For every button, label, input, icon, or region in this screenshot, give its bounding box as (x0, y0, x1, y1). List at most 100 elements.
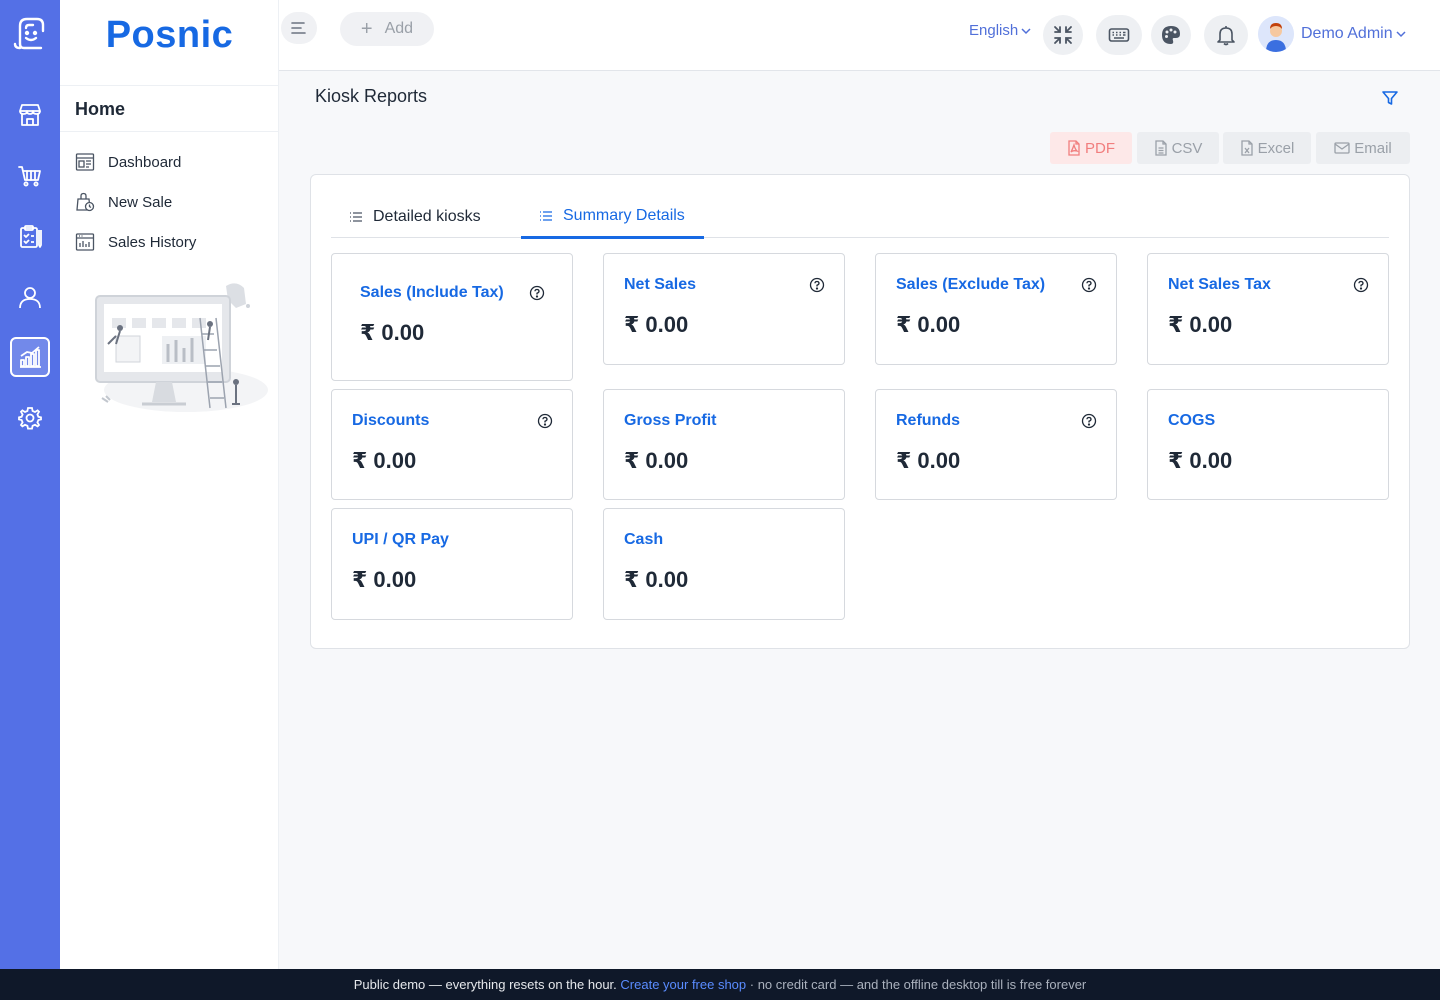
chevron-down-icon (1396, 31, 1406, 38)
card-value: ₹ 0.00 (360, 320, 425, 345)
card-value: ₹ 0.00 (624, 312, 689, 337)
icon-rail (0, 0, 60, 969)
add-button[interactable]: + Add (340, 12, 434, 46)
plus-icon: + (360, 17, 373, 40)
avatar (1258, 16, 1294, 52)
sidebar-item-dashboard[interactable]: Dashboard (75, 150, 181, 174)
excel-file-icon (1241, 140, 1253, 156)
summary-card-cogs: COGS ₹ 0.00 (1147, 389, 1389, 500)
palette-icon (1162, 26, 1180, 44)
help-icon[interactable] (1353, 277, 1369, 293)
sidebar-item-label: Sales History (108, 233, 197, 251)
add-button-label: Add (384, 20, 414, 37)
footer-lead: Public demo — everything resets on the h… (353, 977, 617, 992)
sidebar-item-sales-history[interactable]: Sales History (75, 230, 196, 254)
sidebar-item-label: New Sale (108, 193, 173, 211)
envelope-icon (1334, 142, 1350, 154)
top-bar: + Add English Demo Admin (279, 0, 1440, 71)
demo-footer-banner: Public demo — everything resets on the h… (0, 969, 1440, 1000)
card-value: ₹ 0.00 (352, 567, 417, 592)
page-title: Kiosk Reports (315, 86, 428, 106)
card-value: ₹ 0.00 (896, 312, 961, 337)
card-title: Sales (Exclude Tax) (896, 276, 1046, 293)
theme-button[interactable] (1151, 15, 1191, 55)
cart-icon[interactable] (10, 156, 50, 196)
tab-label: Detailed kiosks (373, 207, 481, 225)
new-sale-bag-icon (76, 192, 95, 212)
card-title: Refunds (896, 412, 960, 429)
keyboard-button[interactable] (1096, 15, 1142, 55)
export-csv-label: CSV (1171, 139, 1203, 157)
summary-card-refunds: Refunds ₹ 0.00 (875, 389, 1117, 500)
card-title: Gross Profit (624, 412, 717, 429)
app-logo-icon[interactable] (11, 14, 49, 52)
list-icon (540, 210, 552, 221)
help-icon[interactable] (809, 277, 825, 293)
export-email-button[interactable]: Email (1316, 132, 1410, 164)
footer-tail: · no credit card — and the offline deskt… (749, 977, 1087, 992)
help-icon[interactable] (529, 285, 545, 301)
fullscreen-icon (1054, 26, 1072, 44)
card-title: Discounts (352, 412, 430, 429)
tab-label: Summary Details (563, 206, 685, 224)
summary-card-cash: Cash ₹ 0.00 (603, 508, 845, 620)
report-tabs: Detailed kiosks Summary Details (331, 195, 1389, 239)
reports-illustration (95, 283, 268, 412)
summary-card-net-sales: Net Sales ₹ 0.00 (603, 253, 845, 365)
tab-summary-details[interactable]: Summary Details (521, 195, 704, 239)
export-pdf-label: PDF (1085, 139, 1115, 157)
chevron-down-icon (1021, 27, 1031, 34)
card-value: ₹ 0.00 (624, 448, 689, 473)
help-icon[interactable] (1081, 413, 1097, 429)
export-excel-button[interactable]: Excel (1223, 132, 1311, 164)
export-pdf-button[interactable]: PDF (1050, 132, 1132, 164)
tab-detailed-kiosks[interactable]: Detailed kiosks (349, 195, 481, 238)
user-menu[interactable]: Demo Admin (1258, 16, 1406, 52)
language-select[interactable]: English (969, 22, 1031, 39)
bell-icon (1217, 26, 1235, 46)
sidebar: Posnic Home Dashboard New Sale Sales His… (60, 0, 279, 969)
pdf-file-icon (1068, 140, 1080, 156)
summary-card-upi-qr-pay: UPI / QR Pay ₹ 0.00 (331, 508, 573, 620)
export-excel-label: Excel (1257, 139, 1295, 157)
language-label: English (969, 22, 1019, 39)
help-icon[interactable] (537, 413, 553, 429)
card-value: ₹ 0.00 (352, 448, 417, 473)
fullscreen-button[interactable] (1043, 15, 1083, 55)
user-name: Demo Admin (1301, 25, 1393, 42)
clipboard-icon[interactable] (10, 217, 50, 257)
card-value: ₹ 0.00 (624, 567, 689, 592)
sidebar-item-new-sale[interactable]: New Sale (75, 190, 172, 214)
reports-chart-icon[interactable] (10, 337, 50, 377)
summary-card-sales-exclude-tax: Sales (Exclude Tax) ₹ 0.00 (875, 253, 1117, 365)
card-title: Net Sales (624, 276, 697, 293)
summary-card-net-sales-tax: Net Sales Tax ₹ 0.00 (1147, 253, 1389, 365)
export-csv-button[interactable]: CSV (1137, 132, 1219, 164)
export-email-label: Email (1354, 139, 1392, 157)
card-title: COGS (1168, 412, 1216, 429)
store-icon[interactable] (10, 95, 50, 135)
notifications-button[interactable] (1204, 15, 1248, 55)
menu-toggle-icon (291, 22, 306, 34)
card-title: UPI / QR Pay (352, 531, 449, 548)
sidebar-item-label: Dashboard (108, 153, 182, 171)
create-shop-link[interactable]: Create your free shop (620, 977, 746, 992)
card-title: Cash (624, 531, 664, 548)
menu-toggle-button[interactable] (281, 12, 317, 44)
card-value: ₹ 0.00 (1168, 448, 1233, 473)
card-title: Sales (Include Tax) (360, 284, 504, 301)
brand-logo[interactable]: Posnic (60, 14, 279, 57)
card-title: Net Sales Tax (1168, 276, 1271, 293)
filter-icon[interactable] (1380, 88, 1400, 108)
card-value: ₹ 0.00 (896, 448, 961, 473)
list-icon (350, 211, 362, 222)
card-value: ₹ 0.00 (1168, 312, 1233, 337)
help-icon[interactable] (1081, 277, 1097, 293)
keyboard-icon (1108, 28, 1130, 42)
summary-card-discounts: Discounts ₹ 0.00 (331, 389, 573, 500)
settings-icon[interactable] (10, 398, 50, 438)
user-icon[interactable] (10, 277, 50, 317)
summary-card-sales-include-tax: Sales (Include Tax) ₹ 0.00 (331, 253, 573, 381)
summary-card-gross-profit: Gross Profit ₹ 0.00 (603, 389, 845, 500)
sales-history-icon (75, 233, 95, 251)
